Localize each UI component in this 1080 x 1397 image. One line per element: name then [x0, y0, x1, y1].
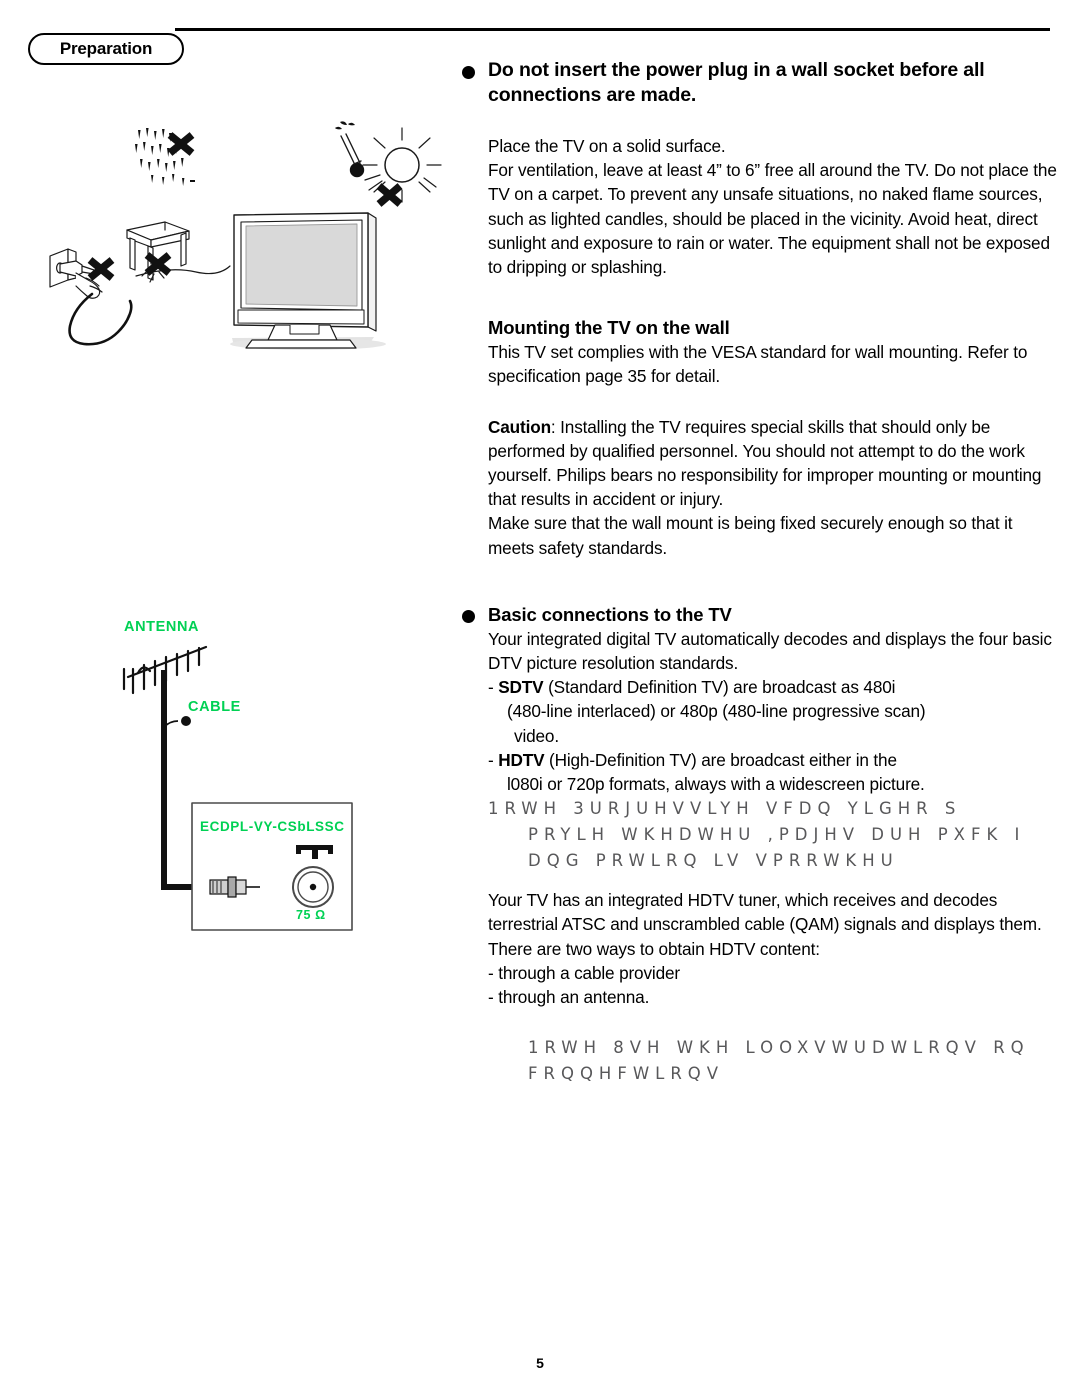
intro-line-1: Place the TV on a solid surface. — [488, 136, 726, 156]
tuner-paragraph: Your TV has an integrated HDTV tuner, wh… — [488, 890, 1042, 959]
caution-paragraph: Caution: Installing the TV requires spec… — [488, 415, 1060, 512]
placement-warning-illustration — [38, 118, 458, 373]
caution-body-2: Make sure that the wall mount is being f… — [488, 513, 1013, 558]
impedance-label: 75 Ω — [296, 908, 326, 922]
main-content-column: Do not insert the power plug in a wall s… — [460, 58, 1060, 1087]
cable-label: CABLE — [188, 699, 241, 715]
tuner-bullet-2: - through an antenna. — [488, 987, 650, 1008]
sdtv-label: SDTV — [498, 677, 544, 698]
section-tab-preparation: Preparation — [28, 33, 184, 65]
encoded-note-block-2: 1RWH 8VH WKH LOOXVWUDWLRQV RQ FRQQHFWLRQ… — [488, 1035, 1080, 1087]
intro-line-2: For ventilation, leave at least 4” to 6”… — [488, 160, 1057, 278]
encoded-note-block-1: 1RWH 3URJUHVVLYH VFDQ YLGHR S PRYLH WKHD… — [488, 796, 1080, 874]
hdtv-label: HDTV — [498, 749, 545, 770]
warning-block: Do not insert the power plug in a wall s… — [460, 58, 1060, 560]
hdtv-line: - HDTV (High-Definition TV) are broadcas… — [488, 749, 897, 770]
mounting-body: This TV set complies with the VESA stand… — [488, 342, 1028, 387]
hdtv-text: (High-Definition TV) are broadcast eithe… — [544, 749, 897, 770]
section-tab-label: Preparation — [59, 39, 153, 58]
caution-body: : Installing the TV requires special ski… — [488, 416, 1042, 510]
sdtv-text: (Standard Definition TV) are broadcast a… — [543, 677, 896, 698]
sdtv-line-3: video. — [514, 725, 559, 746]
encoded-note-2-line-1: 1RWH 8VH WKH LOOXVWUDWLRQV RQ — [528, 1038, 1030, 1058]
antenna-cable-connection-diagram: ANTENNA CABLE ECDPL-VY-CSbLSSC 75 Ω — [100, 615, 390, 950]
coax-socket-icon — [292, 866, 334, 908]
tuner-bullet-1: - through a cable provider — [488, 962, 680, 983]
hdtv-line-2: l080i or 720p formats, always with a wid… — [507, 774, 925, 795]
bullet-dot-icon — [462, 609, 475, 623]
header-divider-rule — [175, 28, 1050, 31]
warning-heading: Do not insert the power plug in a wall s… — [488, 59, 985, 106]
panel-connector-label: ECDPL-VY-CSbLSSC — [200, 819, 345, 834]
caution-label: Caution — [488, 416, 551, 437]
sdtv-line-2: (480-line interlaced) or 480p (480-line … — [507, 701, 926, 722]
encoded-note-2-line-2: FRQQHFWLRQV — [528, 1064, 725, 1084]
encoded-note-1-line-1: 1RWH 3URJUHVVLYH VFDQ YLGHR S — [488, 799, 962, 819]
sdtv-line: - SDTV (Standard Definition TV) are broa… — [488, 677, 896, 698]
basic-connections-heading: Basic connections to the TV — [488, 603, 732, 625]
basic-connections-intro: Your integrated digital TV automatically… — [488, 628, 1052, 674]
antenna-label: ANTENNA — [124, 619, 199, 635]
encoded-note-1-line-2: PRYLH WKHDWHU ,PDJHV DUH PXFK I — [528, 825, 1026, 845]
bullet-dot-icon — [462, 66, 475, 79]
mounting-heading: Mounting the TV on the wall — [488, 317, 730, 339]
page-number: 5 — [536, 1355, 544, 1371]
basic-connections-block: Basic connections to the TV Your integra… — [460, 602, 1060, 1087]
encoded-note-1-line-3: DQG PRWLRQ LV VPRRWKHU — [528, 851, 899, 871]
